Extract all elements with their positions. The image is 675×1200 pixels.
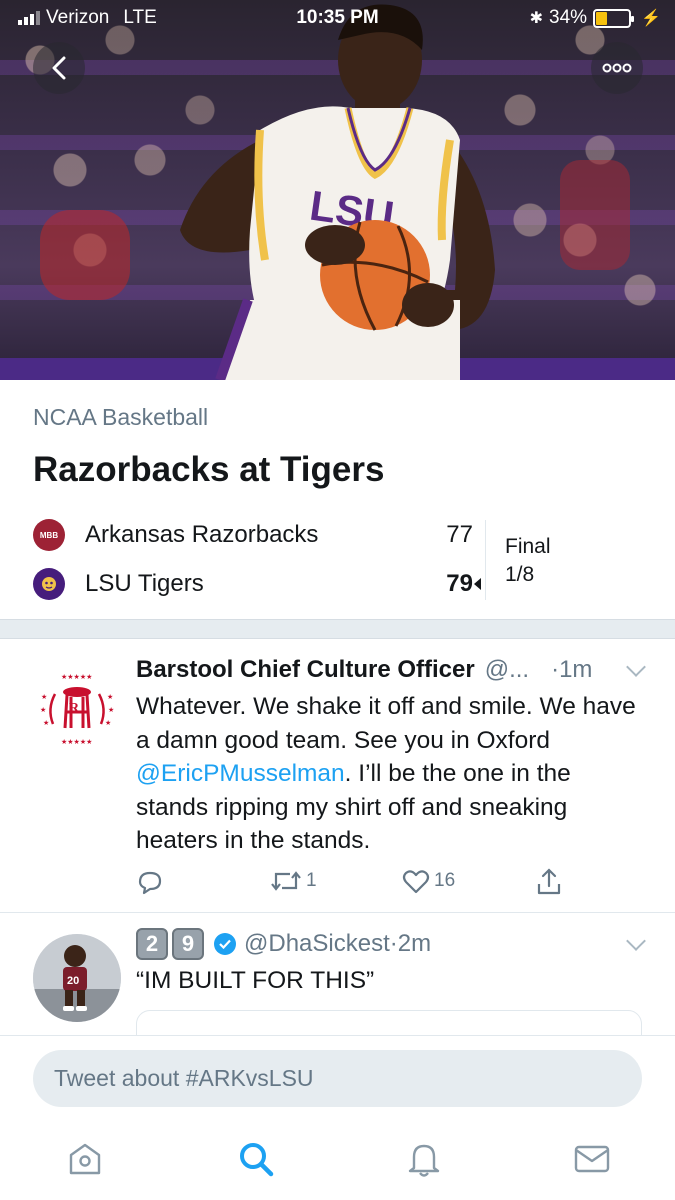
tab-notifications[interactable]	[402, 1137, 446, 1181]
svg-text:★: ★	[105, 719, 111, 727]
child-photo-avatar: 20	[33, 934, 121, 1022]
svg-text:R: R	[69, 701, 80, 716]
verified-badge-icon	[214, 933, 236, 955]
reply-icon	[138, 871, 162, 895]
more-options-button[interactable]	[591, 42, 643, 94]
chevron-down-icon[interactable]	[626, 931, 646, 951]
heart-icon	[402, 870, 430, 894]
game-status: Final 1/8	[505, 533, 551, 589]
mention-link[interactable]: @EricPMusselman	[136, 760, 345, 787]
retweet-button[interactable]: 1	[270, 868, 317, 894]
username[interactable]: @DhaSickest	[244, 930, 390, 958]
avatar[interactable]: 20	[33, 934, 121, 1022]
svg-text:20: 20	[67, 975, 79, 987]
svg-text:★: ★	[107, 693, 113, 701]
svg-text:★: ★	[40, 706, 46, 714]
username[interactable]: @...	[485, 656, 529, 684]
home-icon	[69, 1143, 101, 1175]
share-icon	[537, 868, 561, 895]
tweet-text: Whatever. We shake it off and smile. We …	[136, 693, 636, 854]
like-button[interactable]: 16	[402, 868, 455, 894]
section-divider	[0, 619, 675, 639]
tiger-logo-icon	[33, 568, 65, 600]
basketball-player-image: LSU	[180, 4, 495, 380]
bluetooth-icon: ✱	[529, 10, 544, 27]
messages-icon	[574, 1145, 610, 1173]
compose-input[interactable]	[33, 1050, 642, 1107]
team-name: LSU Tigers	[85, 570, 204, 597]
display-name[interactable]: Barstool Chief Culture Officer	[136, 656, 475, 684]
chevron-left-icon	[52, 56, 66, 80]
status-bar: Verizon LTE 10:35 PM ✱ 34% ⚡	[0, 0, 675, 34]
svg-text:★: ★	[43, 719, 49, 727]
tab-messages[interactable]	[570, 1137, 614, 1181]
barstool-logo-icon: ★★★★★ ★★★★★ ★ ★ ★ ★ ★ ★ R	[34, 665, 120, 751]
game-date: 1/8	[505, 563, 535, 586]
number-badge: 9	[172, 928, 204, 960]
avatar[interactable]: ★★★★★ ★★★★★ ★ ★ ★ ★ ★ ★ R	[33, 664, 121, 752]
retweet-count: 1	[306, 870, 317, 891]
retweet-icon	[271, 871, 301, 891]
more-dots-icon	[602, 63, 632, 73]
tweet-actions: 1 16	[136, 868, 576, 900]
tweet-divider	[0, 912, 675, 913]
number-badge: 2	[136, 928, 168, 960]
notifications-icon	[408, 1144, 440, 1177]
razorback-logo-icon: MBB	[33, 519, 65, 551]
timestamp: ·2m	[389, 930, 432, 957]
team-name: Arkansas Razorbacks	[85, 521, 319, 548]
back-button[interactable]	[33, 42, 85, 94]
team-score: 79	[446, 570, 473, 597]
score-divider	[485, 520, 486, 600]
hero-image: LSU Verizon LTE 10:35 PM ✱ 34% ⚡	[0, 0, 675, 380]
svg-text:★★★★★: ★★★★★	[61, 673, 92, 681]
charging-icon: ⚡	[641, 10, 661, 27]
final-label: Final	[505, 535, 551, 558]
svg-text:★: ★	[41, 693, 47, 701]
battery-icon	[593, 8, 635, 28]
search-icon	[240, 1143, 274, 1177]
tab-search[interactable]	[234, 1137, 278, 1181]
tab-home[interactable]	[63, 1137, 107, 1181]
svg-text:★: ★	[108, 706, 114, 714]
team-row-lsu[interactable]: LSU Tigers 79	[33, 566, 473, 602]
battery-fill	[596, 11, 608, 25]
team-row-arkansas[interactable]: MBB Arkansas Razorbacks 77	[33, 517, 473, 553]
chevron-down-icon[interactable]	[626, 657, 646, 677]
tweet-compose-field[interactable]	[33, 1050, 642, 1107]
tweet-text: “IM BUILT FOR THIS”	[136, 967, 375, 994]
share-button[interactable]	[536, 868, 562, 896]
svg-text:★★★★★: ★★★★★	[61, 738, 92, 746]
reply-button[interactable]	[136, 868, 164, 896]
winner-arrow-icon	[474, 578, 481, 590]
league-label: NCAA Basketball	[33, 404, 209, 430]
game-title: Razorbacks at Tigers	[33, 450, 385, 489]
like-count: 16	[434, 870, 456, 891]
team-score: 77	[446, 521, 473, 548]
timestamp: ·1m	[551, 656, 593, 683]
battery-percent: 34%	[549, 7, 588, 28]
